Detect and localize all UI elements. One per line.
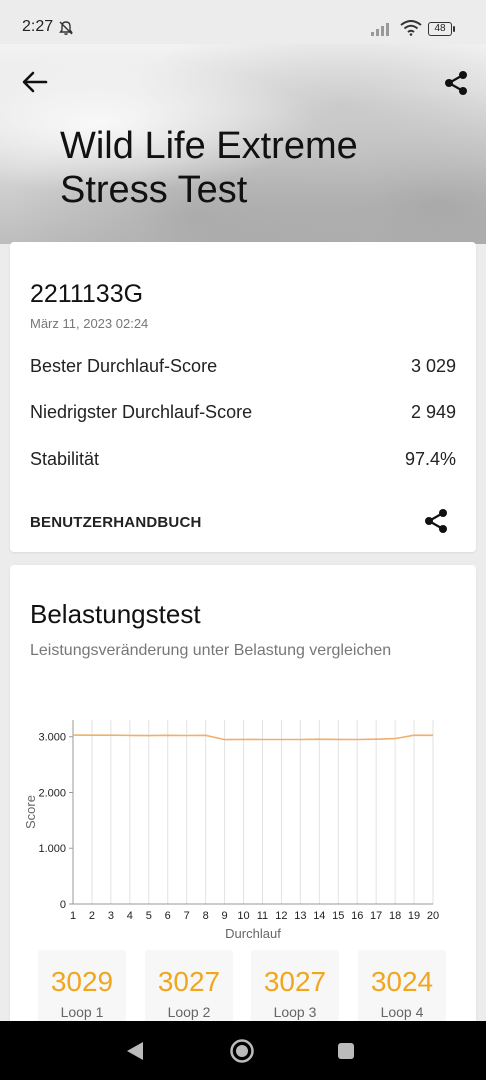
loop-score: 3027: [157, 966, 221, 997]
signal-icon: [371, 23, 389, 36]
lowest-score-value: 2 949: [410, 402, 456, 422]
x-tick-label: 9: [222, 910, 228, 922]
x-tick-label: 12: [275, 910, 287, 922]
loop-card[interactable]: 3024 Loop 4: [358, 950, 446, 1025]
best-score-label: Bester Durchlauf-Score: [30, 356, 218, 376]
x-tick-label: 8: [203, 910, 209, 922]
x-tick-label: 20: [427, 910, 439, 922]
loop-list[interactable]: 3029 Loop 1 3027 Loop 2 3027 Loop 3 3024…: [38, 950, 464, 1025]
stability-label: Stabilität: [30, 449, 100, 469]
y-tick-label: 0: [60, 899, 66, 911]
x-tick-label: 16: [351, 910, 363, 922]
status-time: 2:27: [22, 18, 54, 35]
stability-value: 97.4%: [404, 449, 456, 469]
y-axis-label: Score: [23, 795, 38, 829]
x-tick-label: 14: [313, 910, 325, 922]
summary-card: 2211133G März 11, 2023 02:24 Bester Durc…: [10, 242, 476, 552]
loop-card[interactable]: 3027 Loop 2: [145, 950, 233, 1025]
x-tick-label: 17: [370, 910, 382, 922]
nav-recents-icon[interactable]: [337, 1042, 355, 1060]
loop-card[interactable]: 3027 Loop 3: [251, 950, 339, 1025]
x-tick-label: 19: [408, 910, 420, 922]
loop-score: 3027: [263, 966, 327, 997]
loop-label: Loop 4: [380, 1004, 424, 1020]
status-bar: 2:27 48: [0, 0, 486, 44]
y-tick-label: 3.000: [38, 732, 66, 744]
lowest-score-label: Niedrigster Durchlauf-Score: [30, 402, 253, 422]
x-axis-label: Durchlauf: [225, 926, 281, 941]
share-icon[interactable]: [444, 70, 468, 96]
loop-label: Loop 2: [167, 1004, 211, 1020]
section-title: Belastungstest: [30, 599, 201, 629]
battery-tip: [453, 26, 455, 32]
x-tick-label: 3: [108, 910, 114, 922]
x-tick-label: 2: [89, 910, 95, 922]
device-name: 2211133G: [30, 280, 144, 308]
x-tick-label: 7: [184, 910, 190, 922]
x-tick-label: 13: [294, 910, 306, 922]
score-line: [72, 734, 434, 741]
stress-test-card: Belastungstest Leistungsveränderung unte…: [10, 565, 476, 1025]
notifications-muted-icon: [59, 21, 73, 35]
x-tick-label: 1: [70, 910, 76, 922]
share-result-icon[interactable]: [424, 508, 448, 534]
x-tick-label: 18: [389, 910, 401, 922]
x-tick-label: 4: [127, 910, 133, 922]
loop-score: 3024: [370, 966, 434, 997]
navigation-bar: [0, 1021, 486, 1080]
x-tick-label: 15: [332, 910, 344, 922]
x-tick-label: 11: [257, 910, 268, 922]
best-score-row: Bester Durchlauf-Score 3 029: [30, 356, 456, 377]
loop-label: Loop 1: [60, 1004, 104, 1020]
wifi-icon: [400, 20, 422, 36]
nav-back-icon[interactable]: [126, 1041, 144, 1061]
x-tick-label: 6: [165, 910, 171, 922]
loop-score: 3029: [50, 966, 114, 997]
lowest-score-row: Niedrigster Durchlauf-Score 2 949: [30, 402, 456, 423]
stress-chart: 01.0002.0003.0001 2 3 4 5 6 7 8 9 10 11 12 13 14 15 16 1…: [23, 720, 439, 941]
battery-icon: 48: [428, 22, 452, 36]
x-tick-label: 5: [146, 910, 152, 922]
section-subtitle: Leistungsveränderung unter Belastung ver…: [30, 642, 392, 659]
y-tick-label: 1.000: [38, 843, 66, 855]
back-arrow-icon[interactable]: [22, 70, 48, 94]
nav-home-icon[interactable]: [229, 1038, 255, 1064]
loop-label: Loop 3: [273, 1004, 317, 1020]
x-tick-label: 10: [237, 910, 249, 922]
y-tick-label: 2.000: [38, 787, 66, 799]
loop-card[interactable]: 3029 Loop 1: [38, 950, 126, 1025]
user-manual-link[interactable]: BENUTZERHANDBUCH: [30, 514, 202, 531]
test-date: März 11, 2023 02:24: [30, 316, 149, 331]
page-title: Wild Life Extreme Stress Test: [60, 125, 358, 211]
best-score-value: 3 029: [410, 356, 456, 376]
stability-row: Stabilität 97.4%: [30, 449, 456, 470]
